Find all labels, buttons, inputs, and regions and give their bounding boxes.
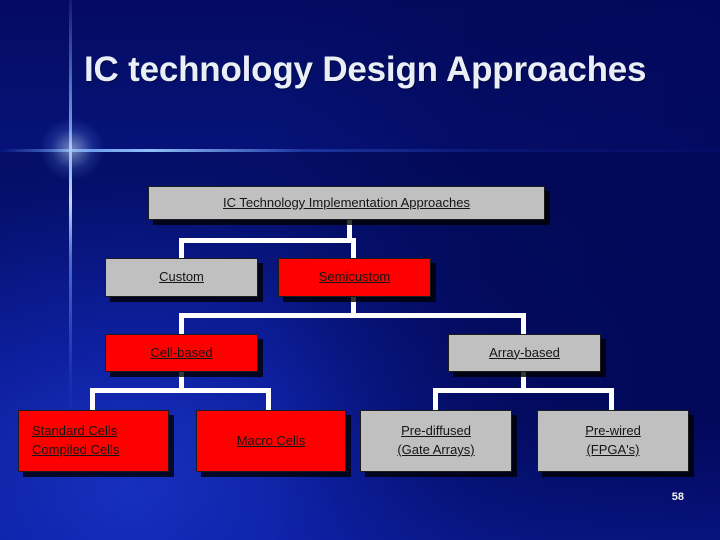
node-label: Array-based [489,344,560,360]
slide-canvas: IC technology Design Approaches IC Techn… [0,0,720,540]
decorative-crosshair-glow [40,118,104,180]
node-label-line-1: Standard Cells [32,423,118,439]
node-custom[interactable]: Custom [105,258,258,297]
page-number: 58 [671,491,684,503]
decorative-vertical-line [69,0,72,430]
node-label-line-1: Pre-diffused [401,423,471,439]
node-standard-compiled-cells[interactable]: Standard Cells Compiled Cells [18,410,169,472]
connector-level4-left-bar [90,388,271,393]
node-label-line-1: Macro Cells [236,432,306,448]
node-label: Custom [159,269,204,285]
node-label-line-2: (FPGA's) [586,442,640,457]
connector-level3-bar [179,313,526,318]
node-cell-based[interactable]: Cell-based [105,334,258,372]
connector-level2-drop-left [179,238,184,259]
node-label: Semicustom [318,269,391,285]
node-label: IC Technology Implementation Approaches [223,194,470,210]
connector-level2-bar [179,238,356,243]
connector-level4-drop-1 [90,388,95,410]
connector-level4-drop-3 [433,388,438,410]
decorative-horizontal-line [0,149,720,152]
node-pre-diffused-gate-arrays[interactable]: Pre-diffused (Gate Arrays) [360,410,512,472]
node-label-line-1: Pre-wired [585,423,641,439]
node-array-based[interactable]: Array-based [448,334,601,372]
node-pre-wired-fpgas[interactable]: Pre-wired (FPGA's) [537,410,689,472]
connector-level2-drop-right [351,238,356,259]
connector-level3-drop-right [521,313,526,335]
connector-level3-drop-left [179,313,184,335]
node-label: Cell-based [150,344,213,360]
node-macro-cells[interactable]: Macro Cells [196,410,346,472]
page-title: IC technology Design Approaches [84,50,647,89]
node-semicustom[interactable]: Semicustom [278,258,431,297]
connector-level4-drop-2 [266,388,271,410]
connector-level4-drop-4 [609,388,614,410]
connector-level4-right-bar [433,388,614,393]
node-ic-technology-implementation-approaches[interactable]: IC Technology Implementation Approaches [148,186,545,220]
node-label-line-2: Compiled Cells [32,442,120,457]
node-label-line-2: (Gate Arrays) [397,442,475,457]
